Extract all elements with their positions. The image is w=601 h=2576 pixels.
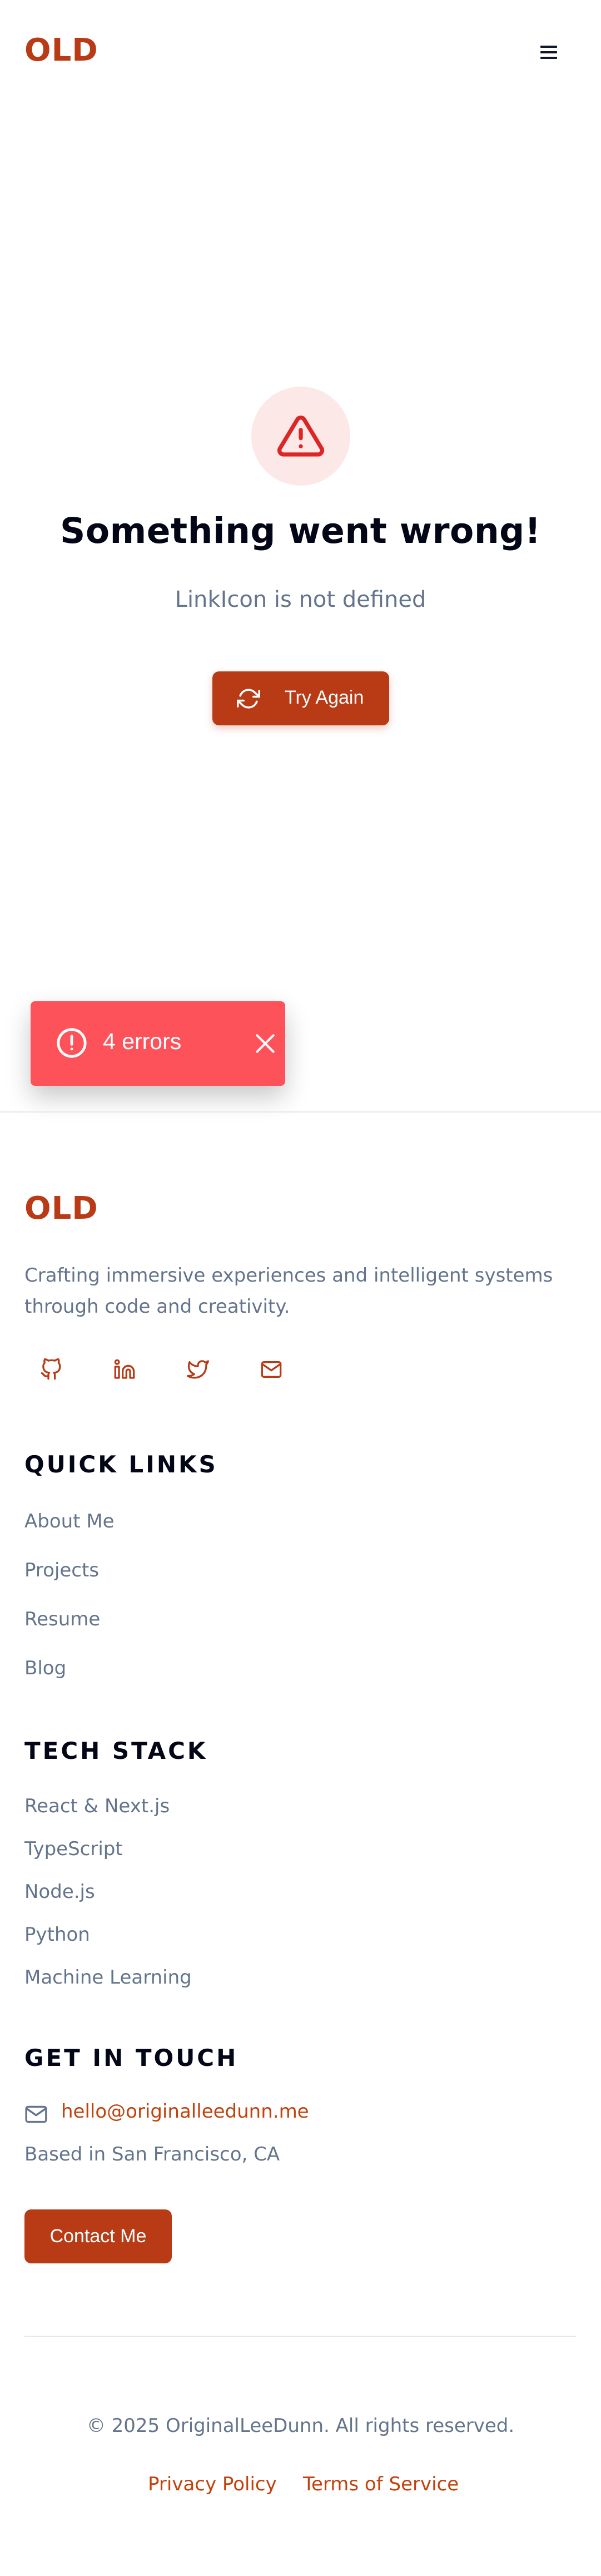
warning-triangle-icon <box>277 416 325 457</box>
github-link[interactable] <box>34 1353 68 1386</box>
footer-bottom-divider <box>24 2336 576 2337</box>
tech-item: Python <box>24 1924 90 1946</box>
email-link[interactable] <box>255 1353 288 1386</box>
location-text: Based in San Francisco, CA <box>24 2143 280 2165</box>
footer-link-blog[interactable]: Blog <box>24 1657 66 1679</box>
close-icon[interactable] <box>253 1031 277 1056</box>
github-icon <box>41 1358 61 1380</box>
error-title: Something went wrong! <box>59 511 542 551</box>
footer-tagline: Crafting immersive experiences and intel… <box>24 1264 553 1318</box>
linkedin-icon <box>114 1359 135 1379</box>
quick-links-heading: QUICK LINKS <box>24 1451 218 1478</box>
mail-icon <box>25 2105 47 2123</box>
site-logo[interactable]: OLD <box>24 32 98 68</box>
footer-link-projects[interactable]: Projects <box>24 1559 99 1581</box>
tech-stack-heading: TECH STACK <box>24 1737 208 1764</box>
mail-icon <box>261 1361 282 1378</box>
terms-of-service-link[interactable]: Terms of Service <box>303 2473 459 2495</box>
privacy-policy-link[interactable]: Privacy Policy <box>148 2473 277 2495</box>
footer-link-resume[interactable]: Resume <box>24 1608 100 1630</box>
alert-circle-icon <box>57 1028 87 1058</box>
error-toast[interactable]: 4 errors <box>31 1001 285 1086</box>
copyright-text: © 2025 OriginalLeeDunn. All rights reser… <box>86 2415 515 2437</box>
contact-me-label: Contact Me <box>49 2226 147 2247</box>
error-message: LinkIcon is not defined <box>175 587 426 612</box>
try-again-label: Try Again <box>285 687 364 708</box>
error-icon-circle <box>251 387 350 486</box>
get-in-touch-heading: GET IN TOUCH <box>24 2044 239 2071</box>
footer-logo[interactable]: OLD <box>24 1190 98 1227</box>
site-header: OLD <box>0 0 601 103</box>
twitter-link[interactable] <box>181 1353 215 1386</box>
tech-item: TypeScript <box>24 1838 123 1860</box>
tech-item: Node.js <box>24 1881 95 1903</box>
hamburger-menu-icon[interactable] <box>538 41 560 63</box>
footer-link-about[interactable]: About Me <box>24 1510 115 1532</box>
error-count-label: 4 errors <box>103 1029 182 1054</box>
tech-item: React & Next.js <box>24 1795 170 1817</box>
contact-me-button[interactable]: Contact Me <box>24 2209 172 2263</box>
twitter-icon <box>187 1360 209 1379</box>
footer-divider <box>0 1111 601 1113</box>
refresh-icon <box>237 689 260 709</box>
tech-item: Machine Learning <box>24 1966 192 1989</box>
try-again-button[interactable]: Try Again <box>212 671 389 725</box>
contact-email-link[interactable]: hello@originalleedunn.me <box>61 2100 309 2123</box>
linkedin-link[interactable] <box>108 1353 141 1386</box>
